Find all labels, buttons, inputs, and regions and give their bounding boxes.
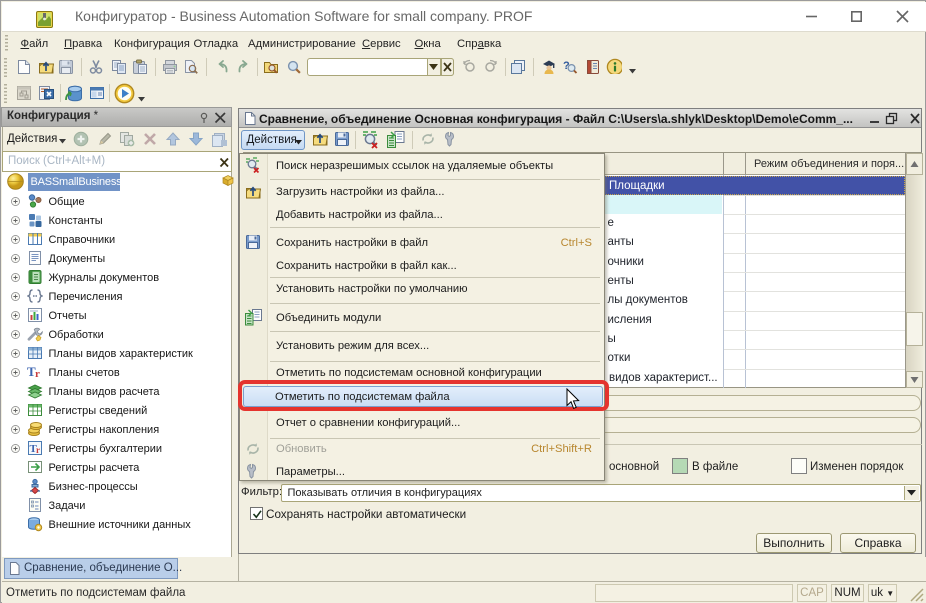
svg-text:r: r: [35, 368, 40, 380]
svg-text:r: r: [36, 445, 40, 455]
